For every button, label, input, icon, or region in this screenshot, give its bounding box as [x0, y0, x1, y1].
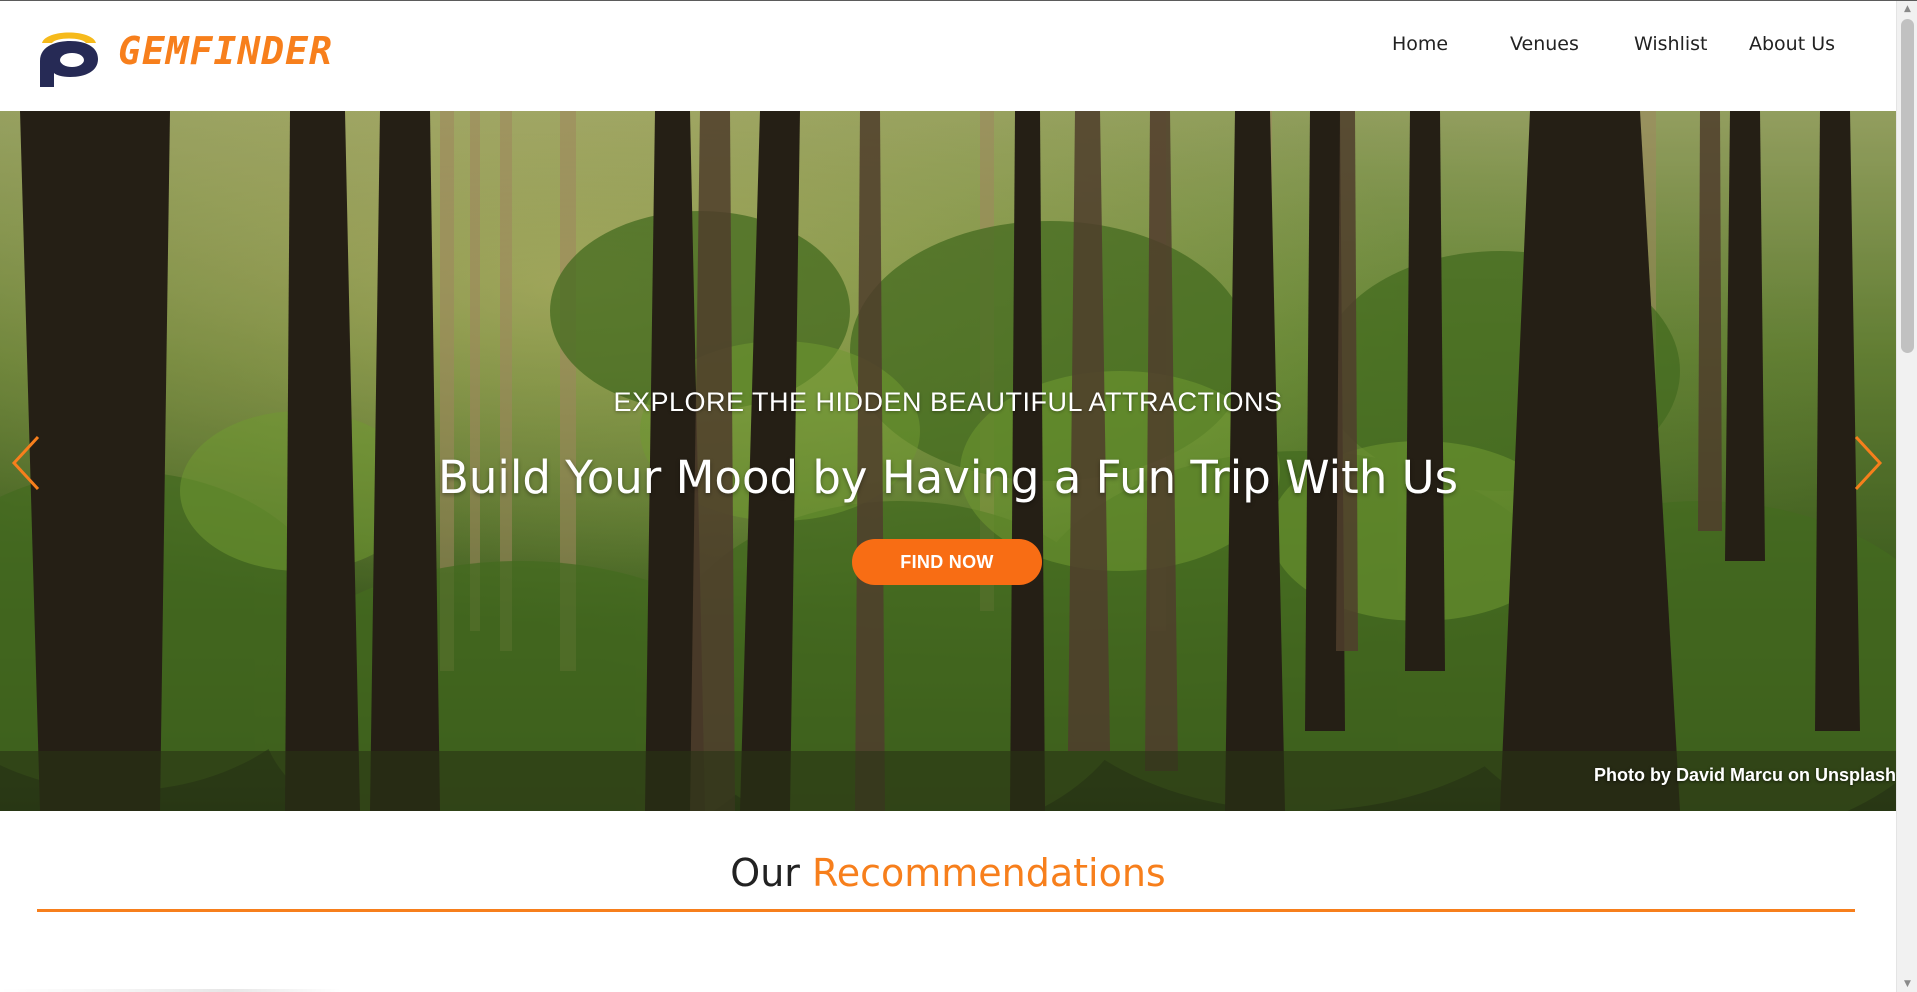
nav-venues[interactable]: Venues	[1510, 33, 1579, 55]
chevron-left-icon[interactable]	[8, 433, 44, 493]
scroll-up-icon[interactable]: ▲	[1897, 1, 1917, 18]
nav-wishlist[interactable]: Wishlist	[1634, 33, 1708, 55]
vertical-scrollbar[interactable]: ▲ ▼	[1896, 1, 1917, 992]
nav-about-us[interactable]: About Us	[1749, 33, 1835, 55]
scrollbar-thumb[interactable]	[1901, 19, 1914, 353]
recommendations-heading: Our Recommendations	[0, 851, 1896, 895]
hero-carousel: EXPLORE THE HIDDEN BEAUTIFUL ATTRACTIONS…	[0, 111, 1896, 811]
section-divider	[37, 909, 1855, 912]
recommendations-heading-plain: Our	[730, 851, 800, 895]
scroll-down-icon[interactable]: ▼	[1897, 976, 1917, 992]
nav-home[interactable]: Home	[1392, 33, 1448, 55]
brand-name[interactable]: GEMFINDER	[118, 29, 333, 73]
recommendations-heading-accent: Recommendations	[812, 851, 1166, 895]
hero-title: Build Your Mood by Having a Fun Trip Wit…	[437, 451, 1459, 504]
photo-credit: Photo by David Marcu on Unsplash	[1593, 765, 1896, 785]
site-header: GEMFINDER Home Venues Wishlist About Us	[0, 1, 1896, 111]
chevron-right-icon[interactable]	[1850, 433, 1886, 493]
hero-kicker: EXPLORE THE HIDDEN BEAUTIFUL ATTRACTIONS	[613, 387, 1283, 417]
find-now-button[interactable]: FIND NOW	[852, 539, 1042, 585]
gemfinder-logo-icon[interactable]	[36, 25, 102, 89]
page: GEMFINDER Home Venues Wishlist About Us	[0, 0, 1917, 992]
